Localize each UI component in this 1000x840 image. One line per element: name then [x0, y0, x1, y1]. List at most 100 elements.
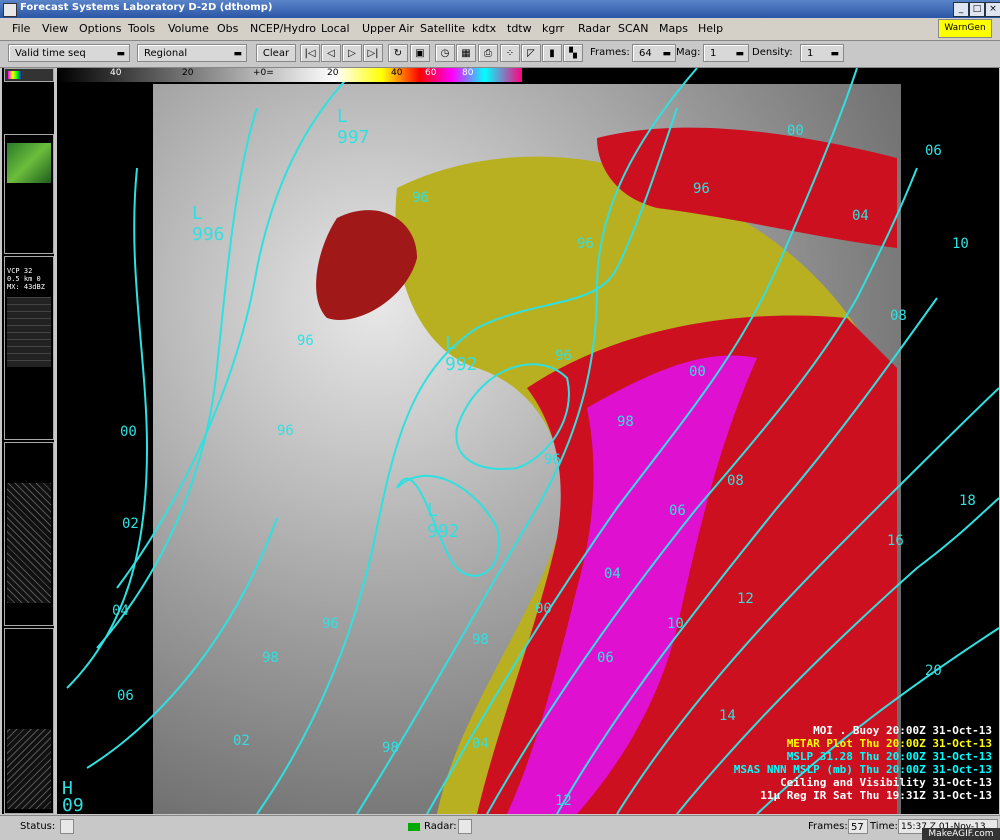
scale-dropdown[interactable]: Regional ▬	[137, 44, 247, 62]
menu-upper-air[interactable]: Upper Air	[362, 22, 414, 35]
menu-radar[interactable]: Radar	[578, 22, 610, 35]
legend-line[interactable]: METAR Plot Thu 20:00Z 31-Oct-13	[597, 737, 992, 750]
legend-line[interactable]: MSLP 31.28 Thu 20:00Z 31-Oct-13	[597, 750, 992, 763]
legend-line[interactable]: MOI . Buoy 20:00Z 31-Oct-13	[597, 724, 992, 737]
thumb-radar[interactable]: VCP 32 0.5 km 0 MX: 43dBZ	[4, 256, 54, 440]
isobar-label: 96	[322, 616, 339, 632]
colorbar-tick: 80	[462, 68, 474, 78]
colorbar-tick: 40	[391, 68, 403, 78]
menu-bar: File View Options Tools Volume Obs NCEP/…	[0, 18, 1000, 41]
density-label: Density:	[752, 47, 793, 58]
legend-line[interactable]: 11μ Reg IR Sat Thu 19:31Z 31-Oct-13	[597, 789, 992, 802]
density-dropdown[interactable]: 1 ▬	[800, 44, 844, 62]
close-icon[interactable]: ×	[985, 2, 1000, 17]
menu-obs[interactable]: Obs	[217, 22, 238, 35]
density-value: 1	[807, 48, 814, 59]
colorbar-tick: 40	[110, 68, 122, 78]
isobar-label: 06	[925, 143, 942, 159]
low-pressure-label: L 992	[445, 333, 478, 375]
thumb-image	[7, 143, 51, 183]
thumb-image	[7, 483, 51, 603]
thumb-satellite[interactable]	[4, 134, 54, 254]
status-label: Status:	[20, 821, 56, 832]
time-label: Time:	[870, 821, 898, 832]
loop-icon[interactable]: ↻	[388, 44, 408, 62]
menu-maps[interactable]: Maps	[659, 22, 688, 35]
pointer-icon[interactable]: ◸	[521, 44, 541, 62]
colorbar-thumb[interactable]	[4, 68, 54, 82]
isobar-label: 00	[787, 123, 804, 139]
menu-file[interactable]: File	[12, 22, 30, 35]
time-mode-dropdown[interactable]: Valid time seq ▬	[8, 44, 130, 62]
frames-dropdown[interactable]: 64 ▬	[632, 44, 676, 62]
high-pressure-label: H 09	[62, 778, 84, 815]
menu-tools[interactable]: Tools	[128, 22, 155, 35]
isobar-label: 98	[472, 632, 489, 648]
legend-line[interactable]: MSAS NNN MSLP (mb) Thu 20:00Z 31-Oct-13	[597, 763, 992, 776]
menu-local[interactable]: Local	[321, 22, 350, 35]
next-frame-icon[interactable]: ▷	[342, 44, 362, 62]
main-display[interactable]: 40 20 +0= 20 40 60 80 L 997 L 996 L 992 L 99…	[57, 68, 999, 814]
menu-view[interactable]: View	[42, 22, 68, 35]
mag-label: Mag:	[676, 47, 701, 58]
menu-tdtw[interactable]: tdtw	[507, 22, 532, 35]
colorbar-tick: 60	[425, 68, 437, 78]
color-map-icon[interactable]: ▦	[456, 44, 476, 62]
isobar-label: 16	[887, 533, 904, 549]
last-frame-icon[interactable]: ▷|	[363, 44, 383, 62]
isobar-label: 20	[925, 663, 942, 679]
menu-help[interactable]: Help	[698, 22, 723, 35]
legend-line[interactable]: Ceiling and Visibility 31-Oct-13	[597, 776, 992, 789]
isobar-label: 00	[120, 424, 137, 440]
menu-ncep-hydro[interactable]: NCEP/Hydro	[250, 22, 316, 35]
radar-label: Radar:	[424, 821, 457, 832]
title-bar: Forecast Systems Laboratory D-2D (dthomp…	[0, 0, 1000, 18]
prev-frame-icon[interactable]: ◁	[321, 44, 341, 62]
maximize-icon[interactable]: □	[969, 2, 985, 17]
frames-label: Frames:	[590, 47, 630, 58]
status-indicator[interactable]	[60, 819, 74, 834]
clear-button[interactable]: Clear	[256, 44, 296, 62]
menu-scan[interactable]: SCAN	[618, 22, 648, 35]
isobar-label: 08	[727, 473, 744, 489]
chevron-down-icon: ▬	[735, 49, 744, 59]
warngen-button[interactable]: WarnGen	[938, 19, 992, 38]
thumb-map-2[interactable]	[4, 628, 54, 814]
time-mode-label: Valid time seq	[15, 48, 86, 59]
isobar-label: 96	[297, 333, 314, 349]
menu-kgrr[interactable]: kgrr	[542, 22, 564, 35]
clock-icon[interactable]: ◷	[435, 44, 455, 62]
thumb-image	[7, 297, 51, 367]
isobar-label: 02	[122, 516, 139, 532]
app-icon[interactable]	[3, 3, 17, 17]
radar-indicator[interactable]	[458, 819, 472, 834]
thumb-map[interactable]	[4, 442, 54, 626]
points-icon[interactable]: ⁘	[500, 44, 520, 62]
print-icon[interactable]: ⎙	[478, 44, 498, 62]
image-props-icon[interactable]: ▣	[410, 44, 430, 62]
isobar-label: 04	[852, 208, 869, 224]
colorbar-tick: 20	[182, 68, 194, 78]
frames-status-label: Frames:	[808, 821, 848, 832]
minimize-icon[interactable]: _	[953, 2, 969, 17]
menu-volume[interactable]: Volume	[168, 22, 209, 35]
isobar-label: 96	[555, 348, 572, 364]
menu-kdtx[interactable]: kdtx	[472, 22, 496, 35]
isobar-label: 08	[890, 308, 907, 324]
four-pane-icon[interactable]: ▚	[563, 44, 583, 62]
isobar-label: 14	[719, 708, 736, 724]
low-pressure-label: L 996	[192, 203, 225, 245]
menu-options[interactable]: Options	[79, 22, 121, 35]
legend-icon	[8, 71, 22, 79]
first-frame-icon[interactable]: |◁	[300, 44, 320, 62]
product-legend: MOI . Buoy 20:00Z 31-Oct-13 METAR Plot T…	[597, 724, 992, 802]
isobar-label: 00	[535, 601, 552, 617]
single-pane-icon[interactable]: ▮	[542, 44, 562, 62]
isobar-label: 06	[597, 650, 614, 666]
isobar-label: 18	[959, 493, 976, 509]
isobar-label: 98	[617, 414, 634, 430]
mag-dropdown[interactable]: 1 ▬	[703, 44, 749, 62]
isobar-label: 06	[117, 688, 134, 704]
menu-satellite[interactable]: Satellite	[420, 22, 465, 35]
frames-status-value: 57	[848, 819, 868, 834]
